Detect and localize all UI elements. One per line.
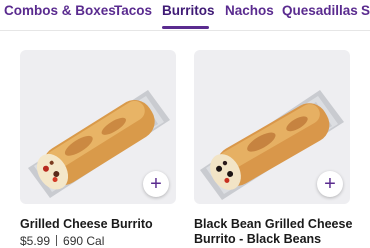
product-calories: 690 Cal: [63, 234, 105, 248]
add-to-cart-button[interactable]: +: [317, 171, 343, 197]
product-name-line-1: Black Bean Grilled Cheese: [194, 217, 353, 231]
product-price-calories: $5.99 690 Cal: [20, 234, 104, 248]
tab-partial[interactable]: S: [361, 3, 370, 18]
tab-combos-boxes[interactable]: Combos & Boxes: [4, 3, 116, 18]
divider: [56, 235, 58, 246]
tab-nachos[interactable]: Nachos: [225, 3, 274, 18]
tab-quesadillas[interactable]: Quesadillas: [282, 3, 358, 18]
active-tab-indicator: [162, 26, 209, 29]
tab-tacos[interactable]: Tacos: [114, 3, 152, 18]
product-card-grilled-cheese-burrito[interactable]: +: [20, 50, 176, 204]
product-price: $5.99: [20, 234, 51, 248]
product-card-black-bean-grilled-cheese-burrito[interactable]: +: [194, 50, 350, 204]
tab-burritos[interactable]: Burritos: [162, 3, 215, 18]
add-to-cart-button[interactable]: +: [143, 171, 169, 197]
plus-icon: +: [324, 172, 336, 195]
product-name[interactable]: Grilled Cheese Burrito: [20, 217, 153, 232]
product-name[interactable]: Black Bean Grilled Cheese Burrito - Blac…: [194, 217, 352, 247]
category-tabs: Combos & Boxes Tacos Burritos Nachos Que…: [0, 0, 370, 31]
plus-icon: +: [150, 172, 162, 195]
